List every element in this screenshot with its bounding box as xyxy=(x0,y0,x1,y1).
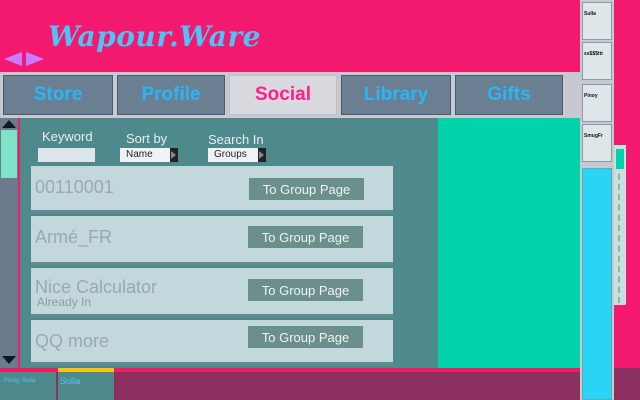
sort-by-select[interactable]: Name xyxy=(120,148,178,162)
scroll-thumb[interactable] xyxy=(616,149,624,169)
search-in-value: Groups xyxy=(214,149,247,160)
chat-tab[interactable]: Pinoy, Sulla xyxy=(0,372,56,400)
groups-scrollbar[interactable] xyxy=(0,118,18,368)
scroll-track xyxy=(618,153,622,303)
scroll-up-icon[interactable] xyxy=(2,120,16,128)
group-row: Nice Calculator Already In To Group Page xyxy=(31,268,393,318)
group-status: Already In xyxy=(37,295,92,309)
tab-library[interactable]: Library xyxy=(341,75,451,115)
friends-scrollbar[interactable] xyxy=(614,145,626,305)
scroll-thumb[interactable] xyxy=(1,130,17,178)
tab-store[interactable]: Store xyxy=(3,75,113,115)
sort-by-value: Name xyxy=(126,149,153,160)
group-row: QQ more To Group Page xyxy=(31,320,393,366)
app-title: Wapour.Ware xyxy=(48,20,261,53)
forward-arrow-icon[interactable] xyxy=(26,52,44,66)
friend-item[interactable]: Sulla xyxy=(582,2,612,40)
to-group-page-button[interactable]: To Group Page xyxy=(249,178,364,200)
tab-profile[interactable]: Profile xyxy=(117,75,225,115)
friends-list: Sulla ss$$$ttr Pinoy SmugFr xyxy=(580,0,614,400)
chat-tab[interactable]: Sulla xyxy=(58,372,114,400)
tab-gifts[interactable]: Gifts xyxy=(455,75,563,115)
group-name: Armé_FR xyxy=(35,227,113,247)
group-name: 00110001 xyxy=(35,177,114,197)
to-group-page-button[interactable]: To Group Page xyxy=(248,279,363,301)
keyword-input[interactable] xyxy=(38,148,95,162)
to-group-page-button[interactable]: To Group Page xyxy=(248,326,363,348)
scroll-down-icon[interactable] xyxy=(2,356,16,364)
tab-bar: Store Profile Social Library Gifts xyxy=(0,72,580,118)
side-panel xyxy=(438,118,580,368)
keyword-label: Keyword xyxy=(42,129,93,144)
tab-social[interactable]: Social xyxy=(229,75,337,115)
chevron-down-icon xyxy=(258,148,266,162)
back-arrow-icon[interactable] xyxy=(4,52,22,66)
group-row: Armé_FR To Group Page xyxy=(31,216,393,266)
search-in-label: Search In xyxy=(208,132,264,147)
friends-list-filler xyxy=(582,168,612,400)
friend-item[interactable]: ss$$$ttr xyxy=(582,42,612,80)
friend-item[interactable]: Pinoy xyxy=(582,84,612,122)
friend-item[interactable]: SmugFr xyxy=(582,124,612,162)
group-name: QQ more xyxy=(35,331,110,351)
group-row: 00110001 To Group Page xyxy=(31,166,393,214)
search-in-select[interactable]: Groups xyxy=(208,148,266,162)
sort-by-label: Sort by xyxy=(126,131,168,146)
chevron-down-icon xyxy=(170,148,178,162)
nav-arrows xyxy=(2,52,50,66)
to-group-page-button[interactable]: To Group Page xyxy=(248,226,363,248)
